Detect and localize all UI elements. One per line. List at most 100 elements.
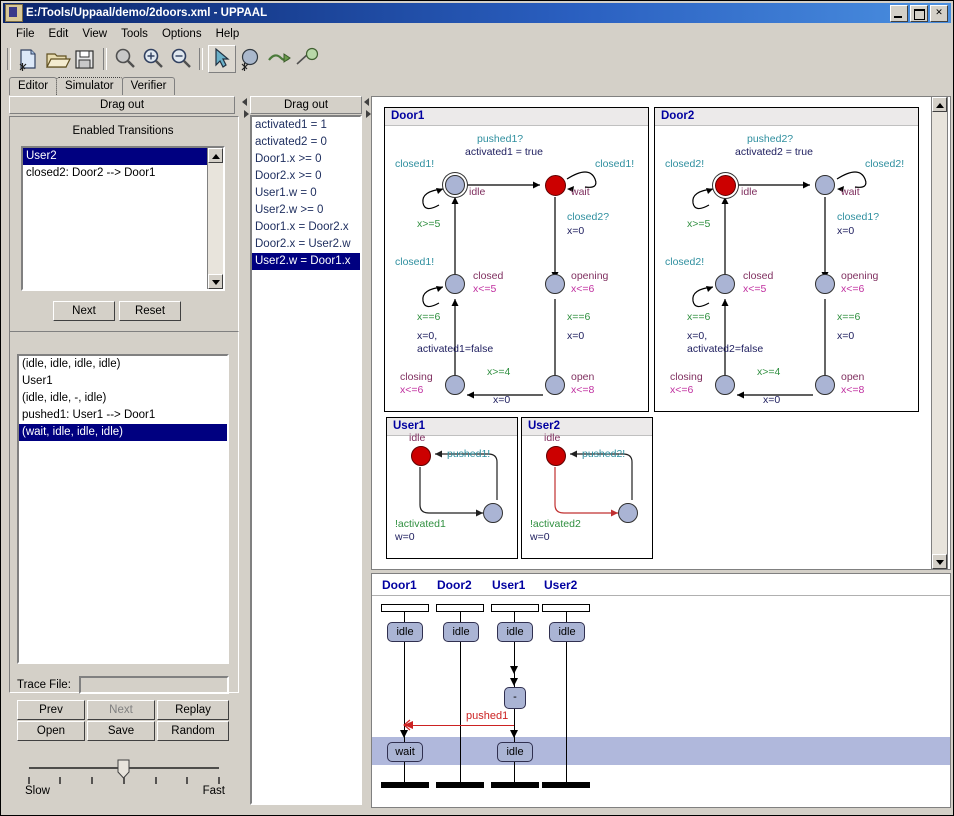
- edge-label-wait-loop: closed2!: [865, 158, 905, 170]
- save-disk-icon[interactable]: [72, 46, 98, 72]
- state-node-open[interactable]: [815, 375, 835, 395]
- list-item[interactable]: Door2.x = User2.w: [252, 236, 360, 253]
- menu-item-help[interactable]: Help: [209, 26, 247, 42]
- automaton-door1[interactable]: Door1 idle wait closed x<=5 opening x<=6…: [384, 107, 649, 412]
- automaton-user2[interactable]: User2 idle pushed2! !activated2 w=0: [521, 417, 653, 559]
- replay-button[interactable]: Replay: [157, 700, 229, 720]
- tab-verifier[interactable]: Verifier: [121, 77, 176, 95]
- list-item[interactable]: pushed1: User1 --> Door1: [19, 407, 227, 424]
- diagram-vertical-scrollbar[interactable]: [931, 96, 948, 570]
- scroll-down-arrow-icon[interactable]: [932, 554, 947, 569]
- list-item[interactable]: User2.w >= 0: [252, 202, 360, 219]
- list-item[interactable]: activated2 = 0: [252, 134, 360, 151]
- list-item[interactable]: activated1 = 1: [252, 117, 360, 134]
- state-node-closing[interactable]: [445, 375, 465, 395]
- zoom-out-icon[interactable]: [168, 46, 194, 72]
- reset-button[interactable]: Reset: [119, 301, 181, 321]
- close-button[interactable]: ✕: [930, 4, 948, 22]
- menu-item-view[interactable]: View: [75, 26, 114, 42]
- menu-item-file[interactable]: File: [9, 26, 42, 42]
- msc-state-box[interactable]: wait: [387, 742, 423, 762]
- list-item[interactable]: Door1.x >= 0: [252, 151, 360, 168]
- state-node-idle[interactable]: [411, 446, 431, 466]
- splitter-right-arrow-icon[interactable]: [244, 110, 249, 118]
- message-sequence-chart[interactable]: Door1 Door2 User1 User2 idle idle idle i…: [371, 573, 951, 808]
- msc-state-box[interactable]: idle: [443, 622, 479, 642]
- state-node-pressed[interactable]: [618, 503, 638, 523]
- msc-state-box[interactable]: -: [504, 687, 526, 709]
- simulation-control-panel: Drag out Enabled Transitions User2 close…: [9, 96, 239, 808]
- state-label-opening: opening: [571, 270, 609, 282]
- automaton-user1[interactable]: User1 idle pushed1! !activated1 w=0: [386, 417, 518, 559]
- new-document-icon[interactable]: [16, 46, 42, 72]
- trace-file-label: Trace File:: [17, 679, 71, 691]
- state-node-opening[interactable]: [815, 274, 835, 294]
- menu-item-options[interactable]: Options: [155, 26, 209, 42]
- open-folder-icon[interactable]: [44, 46, 71, 72]
- menu-item-edit[interactable]: Edit: [42, 26, 76, 42]
- list-item[interactable]: (idle, idle, idle, idle): [19, 356, 227, 373]
- splitter2-left-arrow-icon[interactable]: [364, 98, 369, 106]
- list-item[interactable]: (wait, idle, idle, idle): [19, 424, 227, 441]
- variables-drag-out-handle[interactable]: Drag out: [250, 96, 362, 114]
- state-node-open[interactable]: [545, 375, 565, 395]
- list-item[interactable]: (idle, idle, -, idle): [19, 390, 227, 407]
- variables-list[interactable]: activated1 = 1 activated2 = 0 Door1.x >=…: [250, 115, 362, 805]
- state-node-wait[interactable]: [815, 175, 835, 195]
- add-edge-icon[interactable]: [266, 46, 292, 72]
- list-item[interactable]: Door2.x >= 0: [252, 168, 360, 185]
- trace-file-input[interactable]: [79, 676, 229, 694]
- random-button[interactable]: Random: [157, 721, 229, 741]
- tab-simulator[interactable]: Simulator: [56, 77, 123, 95]
- minimize-button[interactable]: [890, 4, 908, 22]
- list-item[interactable]: User2: [23, 148, 223, 165]
- state-node-closing[interactable]: [715, 375, 735, 395]
- automaton-door2[interactable]: Door2 idle wait closed x<=5 opening x<=6…: [654, 107, 919, 412]
- simulation-trace-list[interactable]: (idle, idle, idle, idle) User1 (idle, id…: [17, 354, 229, 664]
- splitter-left-arrow-icon[interactable]: [242, 98, 247, 106]
- list-item[interactable]: User1.w = 0: [252, 185, 360, 202]
- add-nail-icon[interactable]: [294, 46, 320, 72]
- speed-slider[interactable]: Slow Fast: [19, 759, 229, 803]
- edge-label-pushed1: pushed1?: [477, 133, 524, 145]
- msc-state-box[interactable]: idle: [497, 622, 533, 642]
- list-item[interactable]: User1: [19, 373, 227, 390]
- window-title: E:/Tools/Uppaal/demo/2doors.xml - UPPAAL: [26, 7, 268, 19]
- edge-label-not-activated1: !activated1: [395, 518, 446, 530]
- state-node-idle[interactable]: [546, 446, 566, 466]
- save-button[interactable]: Save: [87, 721, 155, 741]
- state-node-closed[interactable]: [445, 274, 465, 294]
- enabled-transitions-scrollbar[interactable]: [207, 148, 223, 289]
- menu-item-tools[interactable]: Tools: [114, 26, 155, 42]
- prev-button[interactable]: Prev: [17, 700, 85, 720]
- msc-state-box[interactable]: idle: [497, 742, 533, 762]
- open-button[interactable]: Open: [17, 721, 85, 741]
- list-item[interactable]: User2.w = Door1.x: [252, 253, 360, 270]
- msc-state-box[interactable]: idle: [387, 622, 423, 642]
- state-node-closed[interactable]: [715, 274, 735, 294]
- tab-editor[interactable]: Editor: [9, 77, 58, 95]
- next-button[interactable]: Next: [53, 301, 115, 321]
- state-node-pressed[interactable]: [483, 503, 503, 523]
- msc-state-box[interactable]: idle: [549, 622, 585, 642]
- scroll-up-arrow-icon[interactable]: [932, 97, 947, 112]
- scroll-up-arrow-icon[interactable]: [208, 148, 223, 163]
- msc-lifeline-cap: [436, 604, 484, 612]
- automata-view[interactable]: Door1 idle wait closed x<=5 opening x<=6…: [371, 96, 951, 570]
- left-drag-out-handle[interactable]: Drag out: [9, 96, 235, 114]
- enabled-transitions-list[interactable]: User2 closed2: Door2 --> Door1: [21, 146, 225, 291]
- zoom-icon[interactable]: [112, 46, 138, 72]
- state-node-idle[interactable]: [445, 175, 465, 195]
- maximize-button[interactable]: [910, 4, 928, 22]
- select-arrow-icon[interactable]: [208, 45, 236, 73]
- state-node-opening[interactable]: [545, 274, 565, 294]
- list-item[interactable]: closed2: Door2 --> Door1: [23, 165, 223, 182]
- state-node-wait[interactable]: [545, 175, 566, 196]
- zoom-in-icon[interactable]: [140, 46, 166, 72]
- add-location-icon[interactable]: [238, 46, 264, 72]
- state-node-idle[interactable]: [715, 175, 736, 196]
- speed-fast-label: Fast: [202, 785, 225, 797]
- edge-label-closed-loop: closed1!: [395, 256, 435, 268]
- scroll-down-arrow-icon[interactable]: [208, 274, 223, 289]
- list-item[interactable]: Door1.x = Door2.x: [252, 219, 360, 236]
